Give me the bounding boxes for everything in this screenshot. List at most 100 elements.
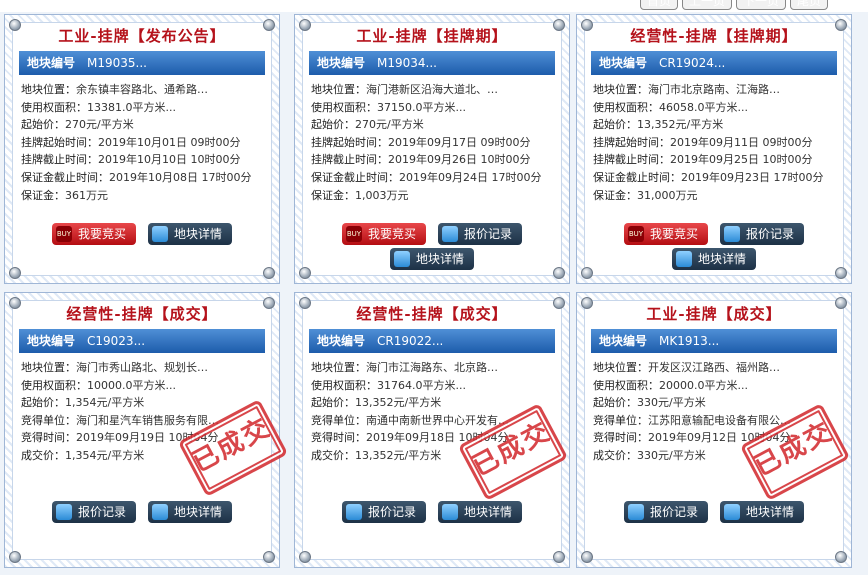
pager: 首页 上一页 下一页 尾页 bbox=[639, 0, 828, 10]
field-value: 1,003万元 bbox=[355, 188, 409, 202]
field-start-price: 起始价：270元/平方米 bbox=[21, 116, 265, 134]
field-value: 1,354元/平方米 bbox=[65, 448, 145, 462]
field-deposit: 保证金：1,003万元 bbox=[311, 187, 555, 205]
field-value: 270元/平方米 bbox=[65, 118, 134, 132]
quote-record-button[interactable]: 报价记录 bbox=[341, 501, 426, 523]
field-value: 海门和星汽车销售服务有限… bbox=[76, 413, 219, 427]
land-card: 工业-挂牌【发布公告】 地块编号 M19035... 地块位置：余东镇丰容路北、通… bbox=[4, 14, 280, 284]
quote-record-button[interactable]: 报价记录 bbox=[438, 223, 523, 245]
card-actions: 报价记录 地块详情 bbox=[295, 501, 569, 523]
field-value: 余东镇丰容路北、通希路… bbox=[76, 83, 208, 96]
field-label: 地块位置： bbox=[593, 83, 648, 96]
land-detail-button[interactable]: 地块详情 bbox=[720, 501, 805, 523]
lot-number-value: M19034... bbox=[377, 56, 437, 70]
land-card: 经营性-挂牌【成交】 地块编号 C19023... 地块位置：海门市秀山路北、规划… bbox=[4, 292, 289, 568]
next-page-button[interactable]: 下一页 bbox=[735, 0, 786, 10]
button-label: 地块详情 bbox=[415, 252, 464, 266]
prev-page-button[interactable]: 上一页 bbox=[681, 0, 732, 10]
card-title: 经营性-挂牌【挂牌期】 bbox=[630, 27, 798, 45]
button-label: 报价记录 bbox=[746, 227, 795, 241]
land-card: 经营性-挂牌【挂牌期】 地块编号 CR19024... 地块位置：海门市北京路南、… bbox=[576, 14, 852, 284]
field-label: 挂牌截止时间： bbox=[593, 153, 670, 167]
field-label: 使用权面积： bbox=[311, 378, 377, 392]
lot-number-label: 地块编号 bbox=[27, 334, 76, 348]
land-detail-button[interactable]: 地块详情 bbox=[438, 501, 523, 523]
land-detail-button[interactable]: 地块详情 bbox=[671, 248, 756, 270]
land-card: 工业-挂牌【成交】 地块编号 MK1913... 地块位置：开发区汉江路西、福州路… bbox=[576, 292, 852, 568]
field-label: 使用权面积： bbox=[21, 378, 87, 392]
quote-record-button[interactable]: 报价记录 bbox=[720, 223, 805, 245]
field-listing-start: 挂牌起始时间：2019年09月11日 09时00分 bbox=[593, 134, 837, 152]
field-value: 31,000万元 bbox=[637, 188, 698, 202]
button-label: 报价记录 bbox=[77, 505, 126, 519]
field-label: 挂牌截止时间： bbox=[21, 153, 98, 167]
field-value: 37150.0平方米... bbox=[377, 100, 466, 114]
last-page-button[interactable]: 尾页 bbox=[789, 0, 828, 10]
field-area: 使用权面积：37150.0平方米... bbox=[311, 99, 555, 117]
card-actions: 报价记录 地块详情 bbox=[577, 501, 851, 523]
screw-icon bbox=[9, 551, 21, 563]
detail-icon bbox=[442, 504, 458, 520]
field-value: 2019年09月17日 09时00分 bbox=[388, 135, 531, 149]
field-start-price: 起始价：270元/平方米 bbox=[311, 116, 555, 134]
buy-button[interactable]: BUY 我要竞买 bbox=[51, 223, 136, 245]
field-listing-end: 挂牌截止时间：2019年09月26日 10时00分 bbox=[311, 151, 555, 169]
button-label: 地块详情 bbox=[174, 227, 223, 241]
field-label: 使用权面积： bbox=[593, 100, 659, 114]
field-value: 2019年10月10日 10时00分 bbox=[98, 153, 241, 167]
pagination-bar: 首页 上一页 下一页 尾页 bbox=[0, 0, 868, 12]
field-label: 成交价： bbox=[311, 448, 355, 462]
field-value: 海门市北京路南、江海路… bbox=[648, 83, 780, 96]
field-label: 起始价： bbox=[593, 118, 637, 132]
field-area: 使用权面积：46058.0平方米... bbox=[593, 99, 837, 117]
field-label: 保证金： bbox=[311, 188, 355, 202]
record-icon bbox=[442, 226, 458, 242]
field-value: 13,352元/平方米 bbox=[637, 118, 724, 132]
card-actions: BUY 我要竞买 报价记录 bbox=[577, 223, 851, 245]
card-actions: BUY 我要竞买 报价记录 bbox=[295, 223, 569, 245]
field-location: 地块位置：开发区汉江路西、福州路… bbox=[593, 359, 837, 377]
land-detail-button[interactable]: 地块详情 bbox=[148, 223, 233, 245]
lot-number-bar: 地块编号 C19023... bbox=[19, 329, 265, 353]
field-label: 地块位置： bbox=[311, 361, 366, 374]
button-label: 报价记录 bbox=[464, 227, 513, 241]
field-label: 竞得单位： bbox=[593, 413, 648, 427]
detail-icon bbox=[724, 504, 740, 520]
screw-icon bbox=[835, 551, 847, 563]
lot-number-value: MK1913... bbox=[659, 334, 720, 348]
button-label: 我要竞买 bbox=[367, 227, 416, 241]
buy-button[interactable]: BUY 我要竞买 bbox=[623, 223, 708, 245]
land-listing-grid: 工业-挂牌【发布公告】 地块编号 M19035... 地块位置：余东镇丰容路北、通… bbox=[4, 14, 862, 570]
record-icon bbox=[345, 504, 362, 520]
field-value: 2019年09月11日 09时00分 bbox=[670, 135, 813, 149]
field-value: 2019年09月26日 10时00分 bbox=[388, 153, 531, 167]
field-label: 地块位置： bbox=[21, 361, 76, 374]
land-detail-button[interactable]: 地块详情 bbox=[148, 501, 233, 523]
button-label: 地块详情 bbox=[697, 252, 746, 266]
first-page-button[interactable]: 首页 bbox=[639, 0, 678, 10]
field-label: 保证金截止时间： bbox=[21, 170, 109, 184]
quote-record-button[interactable]: 报价记录 bbox=[51, 501, 136, 523]
lot-number-label: 地块编号 bbox=[27, 56, 76, 70]
card-actions: 报价记录 地块详情 bbox=[5, 501, 279, 523]
button-label: 地块详情 bbox=[464, 505, 513, 519]
land-detail-button[interactable]: 地块详情 bbox=[389, 248, 474, 270]
quote-record-button[interactable]: 报价记录 bbox=[623, 501, 708, 523]
card-title: 工业-挂牌【挂牌期】 bbox=[356, 27, 508, 45]
card-fields: 地块位置：余东镇丰容路北、通希路… 使用权面积：13381.0平方米... 起始… bbox=[21, 81, 265, 204]
button-label: 我要竞买 bbox=[77, 227, 126, 241]
button-label: 地块详情 bbox=[174, 505, 223, 519]
button-label: 报价记录 bbox=[649, 505, 698, 519]
land-card: 经营性-挂牌【成交】 地块编号 CR19022... 地块位置：海门市江海路东、北… bbox=[294, 292, 570, 568]
field-label: 成交价： bbox=[593, 448, 637, 462]
field-value: 1,354元/平方米 bbox=[65, 396, 145, 410]
field-location: 地块位置：海门港新区沿海大道北、… bbox=[311, 81, 555, 99]
buy-button[interactable]: BUY 我要竞买 bbox=[341, 223, 426, 245]
screw-icon bbox=[9, 267, 21, 279]
field-label: 保证金截止时间： bbox=[311, 170, 399, 184]
field-label: 地块位置： bbox=[21, 83, 76, 96]
field-label: 挂牌截止时间： bbox=[311, 153, 388, 167]
field-label: 起始价： bbox=[311, 118, 355, 132]
field-value: 10000.0平方米... bbox=[87, 378, 176, 392]
field-value: 13381.0平方米... bbox=[87, 100, 176, 114]
